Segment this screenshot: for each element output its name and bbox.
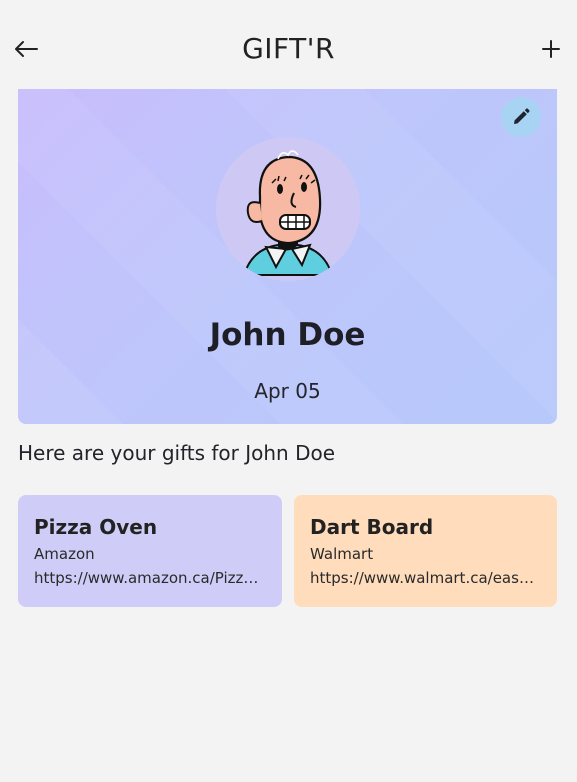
app-screen: GIFT'R John Doe Apr 05 Here are your gif… [0,0,577,782]
gift-card[interactable]: Dart Board Walmart https://www.walmart.c… [294,495,557,607]
add-gift-button[interactable] [531,29,571,69]
gift-store: Walmart [310,545,374,563]
pencil-icon [514,108,530,124]
gifts-heading: Here are your gifts for John Doe [18,441,336,465]
gift-store: Amazon [34,545,95,563]
edit-profile-button[interactable] [501,97,541,137]
person-name: John Doe [209,317,366,353]
plus-icon [542,40,560,58]
gift-name: Pizza Oven [34,515,158,539]
gift-name: Dart Board [310,515,434,539]
gift-card[interactable]: Pizza Oven Amazon https://www.amazon.ca/… [18,495,282,607]
profile-banner: John Doe Apr 05 [18,89,557,424]
gift-url[interactable]: https://www.walmart.ca/easy-dart-board [310,567,541,589]
top-bar: GIFT'R [0,0,577,88]
app-title: GIFT'R [242,32,335,65]
gift-url[interactable]: https://www.amazon.ca/Pizza-Oven [34,567,266,589]
avatar [216,137,360,281]
person-date: Apr 05 [254,379,321,403]
cartoon-person-icon [242,150,334,276]
